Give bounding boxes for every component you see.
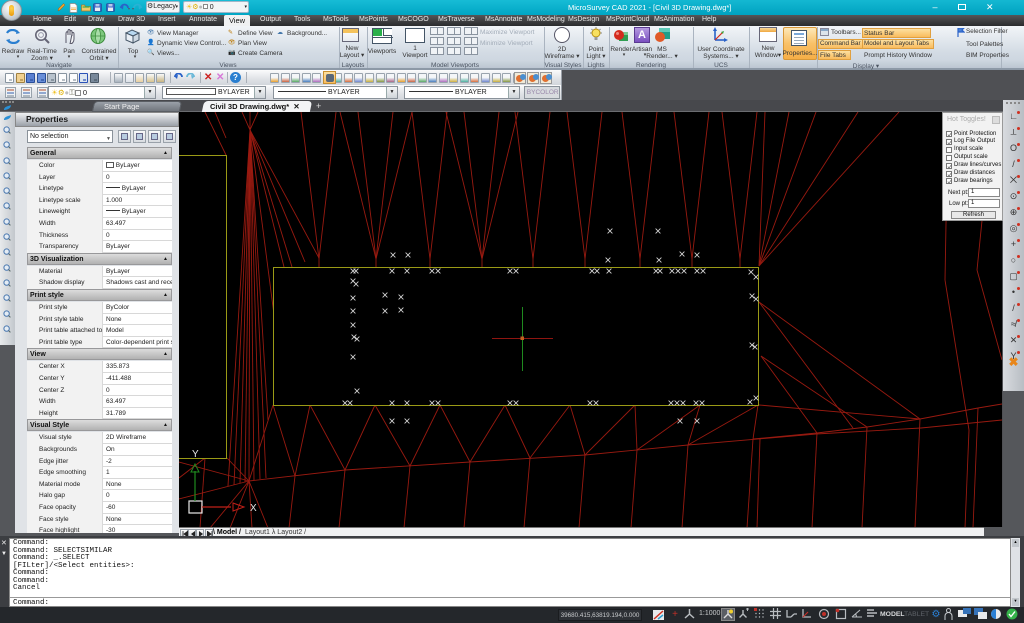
svg-text:X: X bbox=[250, 503, 257, 514]
svg-text:Y: Y bbox=[192, 449, 199, 460]
